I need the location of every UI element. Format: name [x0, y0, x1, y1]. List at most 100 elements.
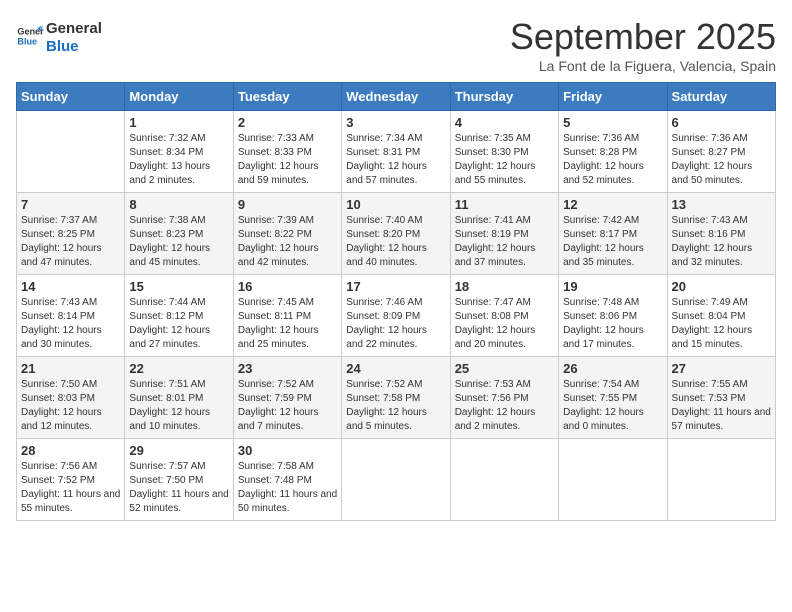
svg-text:Blue: Blue: [17, 36, 37, 46]
day-info: Sunrise: 7:34 AM Sunset: 8:31 PM Dayligh…: [346, 132, 445, 188]
day-info: Sunrise: 7:41 AM Sunset: 8:19 PM Dayligh…: [455, 214, 554, 270]
calendar-cell: 22 Sunrise: 7:51 AM Sunset: 8:01 PM Dayli…: [125, 357, 233, 439]
day-info: Sunrise: 7:36 AM Sunset: 8:27 PM Dayligh…: [672, 132, 771, 188]
page-header: General Blue General Blue September 2025…: [16, 16, 776, 74]
day-number: 4: [455, 115, 554, 130]
calendar-cell: 26 Sunrise: 7:54 AM Sunset: 7:55 PM Dayli…: [559, 357, 667, 439]
day-number: 28: [21, 443, 120, 458]
day-number: 11: [455, 197, 554, 212]
calendar-cell: 2 Sunrise: 7:33 AM Sunset: 8:33 PM Daylig…: [233, 111, 341, 193]
calendar-week-3: 14 Sunrise: 7:43 AM Sunset: 8:14 PM Dayli…: [17, 275, 776, 357]
day-info: Sunrise: 7:39 AM Sunset: 8:22 PM Dayligh…: [238, 214, 337, 270]
weekday-header-friday: Friday: [559, 83, 667, 111]
weekday-header-saturday: Saturday: [667, 83, 775, 111]
calendar-cell: 16 Sunrise: 7:45 AM Sunset: 8:11 PM Dayli…: [233, 275, 341, 357]
day-info: Sunrise: 7:55 AM Sunset: 7:53 PM Dayligh…: [672, 378, 771, 434]
day-number: 16: [238, 279, 337, 294]
weekday-header-wednesday: Wednesday: [342, 83, 450, 111]
calendar-table: SundayMondayTuesdayWednesdayThursdayFrid…: [16, 82, 776, 521]
calendar-cell: 15Sunrise: 7:44 AM Sunset: 8:12 PM Dayli…: [125, 275, 233, 357]
calendar-cell: 7 Sunrise: 7:37 AM Sunset: 8:25 PM Daylig…: [17, 193, 125, 275]
calendar-cell: [17, 111, 125, 193]
calendar-week-1: 1Sunrise: 7:32 AM Sunset: 8:34 PM Daylig…: [17, 111, 776, 193]
calendar-cell: 18 Sunrise: 7:47 AM Sunset: 8:08 PM Dayli…: [450, 275, 558, 357]
day-info: Sunrise: 7:47 AM Sunset: 8:08 PM Dayligh…: [455, 296, 554, 352]
day-info: Sunrise: 7:56 AM Sunset: 7:52 PM Dayligh…: [21, 460, 120, 516]
calendar-cell: 11 Sunrise: 7:41 AM Sunset: 8:19 PM Dayli…: [450, 193, 558, 275]
day-info: Sunrise: 7:48 AM Sunset: 8:06 PM Dayligh…: [563, 296, 662, 352]
day-info: Sunrise: 7:43 AM Sunset: 8:16 PM Dayligh…: [672, 214, 771, 270]
day-info: Sunrise: 7:50 AM Sunset: 8:03 PM Dayligh…: [21, 378, 120, 434]
day-number: 14: [21, 279, 120, 294]
calendar-cell: 24 Sunrise: 7:52 AM Sunset: 7:58 PM Dayli…: [342, 357, 450, 439]
day-info: Sunrise: 7:38 AM Sunset: 8:23 PM Dayligh…: [129, 214, 228, 270]
day-number: 25: [455, 361, 554, 376]
calendar-cell: 13Sunrise: 7:43 AM Sunset: 8:16 PM Dayli…: [667, 193, 775, 275]
logo-line1: General: [46, 20, 102, 38]
day-number: 2: [238, 115, 337, 130]
calendar-cell: 25 Sunrise: 7:53 AM Sunset: 7:56 PM Dayli…: [450, 357, 558, 439]
day-info: Sunrise: 7:51 AM Sunset: 8:01 PM Dayligh…: [129, 378, 228, 434]
weekday-header-thursday: Thursday: [450, 83, 558, 111]
day-info: Sunrise: 7:45 AM Sunset: 8:11 PM Dayligh…: [238, 296, 337, 352]
day-info: Sunrise: 7:37 AM Sunset: 8:25 PM Dayligh…: [21, 214, 120, 270]
day-info: Sunrise: 7:43 AM Sunset: 8:14 PM Dayligh…: [21, 296, 120, 352]
calendar-cell: 5Sunrise: 7:36 AM Sunset: 8:28 PM Daylig…: [559, 111, 667, 193]
calendar-cell: 6Sunrise: 7:36 AM Sunset: 8:27 PM Daylig…: [667, 111, 775, 193]
title-block: September 2025 La Font de la Figuera, Va…: [510, 16, 776, 74]
calendar-cell: 8 Sunrise: 7:38 AM Sunset: 8:23 PM Daylig…: [125, 193, 233, 275]
logo: General Blue General Blue: [16, 16, 102, 56]
calendar-cell: 3 Sunrise: 7:34 AM Sunset: 8:31 PM Daylig…: [342, 111, 450, 193]
day-number: 29: [129, 443, 228, 458]
day-number: 26: [563, 361, 662, 376]
calendar-week-5: 28 Sunrise: 7:56 AM Sunset: 7:52 PM Dayli…: [17, 439, 776, 521]
day-number: 21: [21, 361, 120, 376]
day-number: 22: [129, 361, 228, 376]
calendar-cell: 10 Sunrise: 7:40 AM Sunset: 8:20 PM Dayli…: [342, 193, 450, 275]
day-number: 20: [672, 279, 771, 294]
logo-icon: General Blue: [16, 22, 44, 50]
day-info: Sunrise: 7:57 AM Sunset: 7:50 PM Dayligh…: [129, 460, 228, 516]
calendar-cell: 28 Sunrise: 7:56 AM Sunset: 7:52 PM Dayli…: [17, 439, 125, 521]
day-number: 23: [238, 361, 337, 376]
calendar-cell: 29 Sunrise: 7:57 AM Sunset: 7:50 PM Dayli…: [125, 439, 233, 521]
day-info: Sunrise: 7:36 AM Sunset: 8:28 PM Dayligh…: [563, 132, 662, 188]
weekday-header-row: SundayMondayTuesdayWednesdayThursdayFrid…: [17, 83, 776, 111]
calendar-cell: 1Sunrise: 7:32 AM Sunset: 8:34 PM Daylig…: [125, 111, 233, 193]
day-info: Sunrise: 7:49 AM Sunset: 8:04 PM Dayligh…: [672, 296, 771, 352]
day-info: Sunrise: 7:52 AM Sunset: 7:58 PM Dayligh…: [346, 378, 445, 434]
day-info: Sunrise: 7:53 AM Sunset: 7:56 PM Dayligh…: [455, 378, 554, 434]
day-number: 18: [455, 279, 554, 294]
day-number: 7: [21, 197, 120, 212]
day-number: 24: [346, 361, 445, 376]
calendar-week-4: 21 Sunrise: 7:50 AM Sunset: 8:03 PM Dayli…: [17, 357, 776, 439]
weekday-header-monday: Monday: [125, 83, 233, 111]
day-info: Sunrise: 7:42 AM Sunset: 8:17 PM Dayligh…: [563, 214, 662, 270]
day-number: 27: [672, 361, 771, 376]
logo-line2: Blue: [46, 38, 102, 56]
day-info: Sunrise: 7:40 AM Sunset: 8:20 PM Dayligh…: [346, 214, 445, 270]
day-number: 9: [238, 197, 337, 212]
calendar-cell: 19Sunrise: 7:48 AM Sunset: 8:06 PM Dayli…: [559, 275, 667, 357]
day-info: Sunrise: 7:54 AM Sunset: 7:55 PM Dayligh…: [563, 378, 662, 434]
day-info: Sunrise: 7:33 AM Sunset: 8:33 PM Dayligh…: [238, 132, 337, 188]
calendar-cell: [559, 439, 667, 521]
day-info: Sunrise: 7:46 AM Sunset: 8:09 PM Dayligh…: [346, 296, 445, 352]
day-number: 12: [563, 197, 662, 212]
calendar-cell: [450, 439, 558, 521]
weekday-header-sunday: Sunday: [17, 83, 125, 111]
calendar-cell: 9 Sunrise: 7:39 AM Sunset: 8:22 PM Daylig…: [233, 193, 341, 275]
calendar-cell: 20 Sunrise: 7:49 AM Sunset: 8:04 PM Dayli…: [667, 275, 775, 357]
weekday-header-tuesday: Tuesday: [233, 83, 341, 111]
calendar-title: September 2025: [510, 16, 776, 58]
day-info: Sunrise: 7:44 AM Sunset: 8:12 PM Dayligh…: [129, 296, 228, 352]
day-info: Sunrise: 7:35 AM Sunset: 8:30 PM Dayligh…: [455, 132, 554, 188]
day-number: 30: [238, 443, 337, 458]
day-number: 8: [129, 197, 228, 212]
day-number: 10: [346, 197, 445, 212]
calendar-cell: [667, 439, 775, 521]
day-info: Sunrise: 7:32 AM Sunset: 8:34 PM Dayligh…: [129, 132, 228, 188]
calendar-subtitle: La Font de la Figuera, Valencia, Spain: [510, 58, 776, 74]
day-number: 3: [346, 115, 445, 130]
calendar-week-2: 7 Sunrise: 7:37 AM Sunset: 8:25 PM Daylig…: [17, 193, 776, 275]
